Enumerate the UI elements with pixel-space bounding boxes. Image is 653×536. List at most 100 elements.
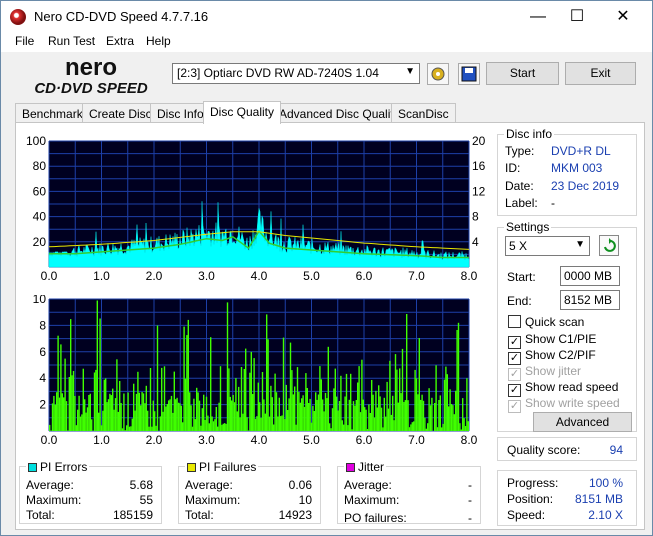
show-c1pie-checkbox[interactable]: ✓ Show C1/PIE xyxy=(508,332,596,349)
tab-scandisc[interactable]: ScanDisc xyxy=(391,103,456,123)
y-tick-label: 60 xyxy=(33,184,47,198)
pi-failures-bar xyxy=(373,417,376,431)
jitter-max-label: Maximum: xyxy=(344,493,400,507)
show-read-speed-checkbox[interactable]: ✓ Show read speed xyxy=(508,380,618,397)
nero-cd-dvd-speed-logo: nero CD·DVD SPEED xyxy=(34,54,148,95)
pi-failures-bar xyxy=(85,412,87,431)
pi-failures-bar xyxy=(460,429,462,431)
pi-failures-bar xyxy=(218,402,220,431)
pi-failures-bar xyxy=(198,400,201,431)
pi-failures-bar xyxy=(165,406,167,431)
eject-icon[interactable] xyxy=(427,63,449,85)
exit-button-label: Exit xyxy=(590,66,611,80)
menu-help[interactable]: Help xyxy=(146,34,171,48)
pi-failures-bar xyxy=(99,318,101,431)
pi-failures-bar xyxy=(180,405,182,431)
pi-failures-bar xyxy=(270,385,272,431)
pi-failures-bar xyxy=(207,415,209,431)
quick-scan-label: Quick scan xyxy=(525,315,585,329)
pi-failures-bar xyxy=(429,405,432,431)
pi-failures-bar xyxy=(277,416,279,431)
x-tick-label: 0.0 xyxy=(41,433,58,447)
pi-failures-bar xyxy=(64,358,66,431)
tab-disc-quality[interactable]: Disc Quality xyxy=(203,101,282,124)
speed-label: Speed: xyxy=(507,508,546,522)
pi-failures-bar xyxy=(124,430,126,431)
pi-failures-bar xyxy=(166,404,168,431)
show-c2pif-checkbox[interactable]: ✓ Show C2/PIF xyxy=(508,348,596,365)
pi-failures-bar xyxy=(292,394,294,431)
start-button[interactable]: Start xyxy=(486,62,559,85)
pi-failures-bar xyxy=(156,325,159,431)
tab-strip: Benchmark Create Disc Disc Info Disc Qua… xyxy=(15,101,645,124)
pi-failures-bar xyxy=(126,425,128,431)
pi-failures-bar xyxy=(204,419,206,431)
pi-failures-bar xyxy=(365,409,367,431)
start-input[interactable]: 0000 MB xyxy=(560,266,620,286)
drive-select-value: [2:3] Optiarc DVD RW AD-7240S 1.04 xyxy=(177,66,379,80)
pi-failures-bar xyxy=(162,411,164,431)
y-tick-label: 2 xyxy=(39,398,46,412)
tab-create-disc[interactable]: Create Disc xyxy=(82,103,159,123)
exit-button[interactable]: Exit xyxy=(565,62,636,85)
drive-select[interactable]: [2:3] Optiarc DVD RW AD-7240S 1.04 ▼ xyxy=(172,63,420,84)
pi-failures-bar xyxy=(439,395,441,431)
end-input[interactable]: 8152 MB xyxy=(560,290,620,310)
pi-failures-bar xyxy=(385,416,387,431)
pi-failures-bar xyxy=(238,386,240,431)
pi-failures-bar xyxy=(63,397,65,431)
pi-failures-bar xyxy=(88,395,90,431)
y-tick-label: 8 xyxy=(39,318,46,332)
pi-failures-bar xyxy=(427,423,429,431)
advanced-button[interactable]: Advanced xyxy=(533,412,632,432)
pi-failures-bar xyxy=(123,393,125,431)
close-button[interactable]: ✕ xyxy=(600,1,646,32)
menu-file[interactable]: File xyxy=(15,34,34,48)
disc-info-title: Disc info xyxy=(504,127,555,141)
pi-failures-bar xyxy=(371,380,373,431)
pi-failures-bar xyxy=(68,377,70,431)
menu-extra[interactable]: Extra xyxy=(106,34,134,48)
pi-errors-legend-swatch xyxy=(28,463,37,472)
quick-scan-checkbox[interactable]: Quick scan xyxy=(508,315,584,329)
tab-benchmark[interactable]: Benchmark xyxy=(15,103,90,123)
y2-tick-label: 12 xyxy=(472,184,486,198)
pi-failures-bar xyxy=(187,319,189,431)
pi-failures-bar xyxy=(70,319,72,431)
pi-failures-bar xyxy=(114,398,117,431)
pi-failures-bar xyxy=(173,371,175,431)
y-tick-label: 80 xyxy=(33,159,47,173)
pi-failures-bar xyxy=(294,386,296,431)
y-tick-label: 4 xyxy=(39,371,46,385)
pi-failures-legend-swatch xyxy=(187,463,196,472)
jitter-avg: - xyxy=(468,478,472,492)
tab-disc-info[interactable]: Disc Info xyxy=(150,103,211,123)
refresh-icon[interactable] xyxy=(599,235,619,256)
save-icon[interactable] xyxy=(458,63,480,85)
pi-failures-bar xyxy=(242,413,244,431)
pi-failures-bar xyxy=(338,401,341,431)
pi-failures-bar xyxy=(435,365,437,431)
start-input-value: 0000 MB xyxy=(564,269,613,283)
settings-group: Settings 5 X ▼ Start: 0000 MB End: 8152 … xyxy=(497,220,637,432)
speed-select[interactable]: 5 X ▼ xyxy=(505,236,590,256)
menu-run-test[interactable]: Run Test xyxy=(48,34,95,48)
pi-failures-bar xyxy=(425,428,427,431)
pi-failures-bar xyxy=(179,403,181,431)
pi-failures-bar xyxy=(155,425,157,431)
start-label: Start: xyxy=(507,270,536,284)
x-tick-label: 8.0 xyxy=(461,269,478,283)
pi-failures-bar xyxy=(301,398,303,431)
maximize-button[interactable]: ☐ xyxy=(554,1,600,32)
x-tick-label: 1.0 xyxy=(93,433,110,447)
pi-failures-bar xyxy=(448,406,450,431)
chevron-down-icon: ▼ xyxy=(575,239,585,250)
pi-failures-bar xyxy=(61,393,63,431)
po-failures-label: PO failures: xyxy=(344,511,407,525)
pi-failures-bar xyxy=(121,428,124,431)
pi-failures-bar xyxy=(56,392,58,431)
progress-value: 100 % xyxy=(588,476,623,490)
tab-advanced-disc-quality[interactable]: Advanced Disc Quality xyxy=(272,103,407,123)
pi-failures-bar xyxy=(229,396,231,431)
x-tick-label: 4.0 xyxy=(251,269,268,283)
